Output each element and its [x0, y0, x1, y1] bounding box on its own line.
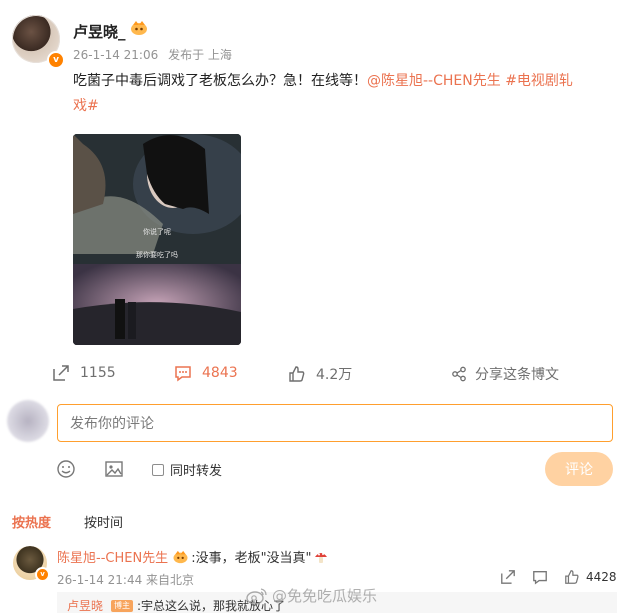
comment-repost-icon[interactable]	[500, 569, 516, 589]
weibo-logo-icon	[246, 587, 267, 605]
comment-reply-icon[interactable]	[532, 569, 548, 589]
author-name[interactable]: 卢昱晓_	[73, 21, 126, 42]
like-button[interactable]: 4.2万	[288, 364, 352, 384]
post-meta: 26-1-14 21:06 发布于 上海	[73, 46, 232, 63]
comment-like-icon	[565, 570, 579, 584]
reply-user[interactable]: 卢昱晓	[67, 597, 103, 614]
comment-icon	[175, 366, 191, 382]
post-source: 发布于 上海	[168, 48, 232, 62]
comment-like-button[interactable]: 4428	[564, 569, 617, 585]
comment-count: 4843	[202, 365, 238, 381]
my-avatar	[7, 400, 49, 442]
repost-button[interactable]: 1155	[52, 364, 116, 382]
comment-line: 陈星旭--CHEN先生 :没事，老板"没当真"	[57, 547, 328, 566]
repost-count: 1155	[80, 365, 116, 381]
emoji-icon[interactable]	[56, 459, 76, 483]
post-time[interactable]: 26-1-14 21:06	[73, 48, 158, 62]
post-image-art	[73, 134, 241, 345]
submit-comment-button[interactable]: 评论	[545, 452, 613, 486]
image-caption-top: 你说了呢	[143, 228, 171, 236]
mention-link[interactable]: @陈星旭--CHEN先生	[367, 73, 501, 89]
share-label: 分享这条博文	[475, 367, 559, 383]
repost-icon	[53, 365, 69, 381]
watermark-text: @免免吃瓜娱乐	[272, 587, 378, 605]
mushroom-emoji-icon	[314, 552, 327, 563]
repost-checkbox[interactable]	[152, 463, 164, 476]
image-upload-icon[interactable]	[104, 459, 124, 483]
commenter-crown-icon	[173, 550, 188, 563]
comment-like-count: 4428	[586, 570, 617, 584]
post-image[interactable]: 你说了呢 那你要吃了吗	[73, 134, 241, 345]
comment-time: 26-1-14 21:44 来自北京	[57, 573, 195, 587]
comment-button[interactable]: 4843	[174, 364, 238, 382]
image-caption-bottom: 那你要吃了吗	[136, 251, 178, 259]
like-count: 4.2万	[316, 367, 353, 383]
topic-line1: #电视剧轧	[505, 73, 573, 89]
share-icon	[452, 366, 466, 382]
comment-input[interactable]: 发布你的评论	[57, 404, 613, 442]
post-text: 吃菌子中毒后调戏了老板怎么办？急！在线等！@陈星旭--CHEN先生 #电视剧轧戏…	[73, 69, 618, 119]
comment-text: :没事，老板"没当真"	[191, 551, 312, 566]
topic-line2: 戏#	[73, 98, 99, 114]
tab-sort-time[interactable]: 按时间	[84, 512, 123, 531]
reply-author-badge: 博主	[111, 599, 134, 612]
watermark: @免免吃瓜娱乐	[246, 585, 377, 606]
repost-checkbox-row[interactable]: 同时转发	[152, 460, 222, 479]
commenter-verified-icon: v	[35, 567, 50, 582]
verified-badge-icon: v	[47, 51, 65, 69]
share-button[interactable]: 分享这条博文	[451, 364, 559, 384]
member-crown-icon	[130, 20, 148, 40]
repost-checkbox-label: 同时转发	[170, 464, 223, 479]
comment-user[interactable]: 陈星旭--CHEN先生	[57, 547, 168, 566]
tab-sort-hot[interactable]: 按热度	[12, 512, 51, 531]
thumbs-up-icon	[289, 366, 305, 382]
post-text-plain: 吃菌子中毒后调戏了老板怎么办？急！在线等！	[73, 73, 367, 89]
